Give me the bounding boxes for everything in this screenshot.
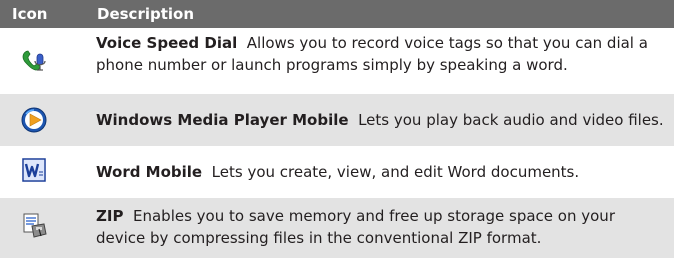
description-column-header: Description	[97, 5, 195, 23]
row-description: Windows Media Player Mobile Lets you pla…	[96, 109, 664, 131]
app-name: ZIP	[96, 207, 124, 225]
table-row: ZIP Enables you to save memory and free …	[0, 198, 674, 258]
windows-media-player-icon	[20, 106, 48, 134]
table-row: Voice Speed Dial Allows you to record vo…	[0, 28, 674, 94]
app-description: Enables you to save memory and free up s…	[96, 207, 615, 247]
table-row: Windows Media Player Mobile Lets you pla…	[0, 94, 674, 146]
row-description: ZIP Enables you to save memory and free …	[96, 205, 664, 249]
voice-speed-dial-icon	[20, 48, 48, 76]
zip-icon	[20, 212, 48, 240]
app-name: Windows Media Player Mobile	[96, 111, 349, 129]
app-description: Lets you create, view, and edit Word doc…	[211, 163, 580, 181]
icon-column-header: Icon	[12, 5, 48, 23]
row-description: Word Mobile Lets you create, view, and e…	[96, 161, 664, 183]
word-mobile-icon	[20, 156, 48, 184]
table-row: Word Mobile Lets you create, view, and e…	[0, 146, 674, 198]
table-header: Icon Description	[0, 0, 674, 28]
row-description: Voice Speed Dial Allows you to record vo…	[96, 32, 664, 76]
app-name: Voice Speed Dial	[96, 34, 238, 52]
applications-table: Icon Description Voice Speed Dial Allows…	[0, 0, 674, 258]
app-name: Word Mobile	[96, 163, 203, 181]
app-description: Lets you play back audio and video files…	[358, 111, 664, 129]
